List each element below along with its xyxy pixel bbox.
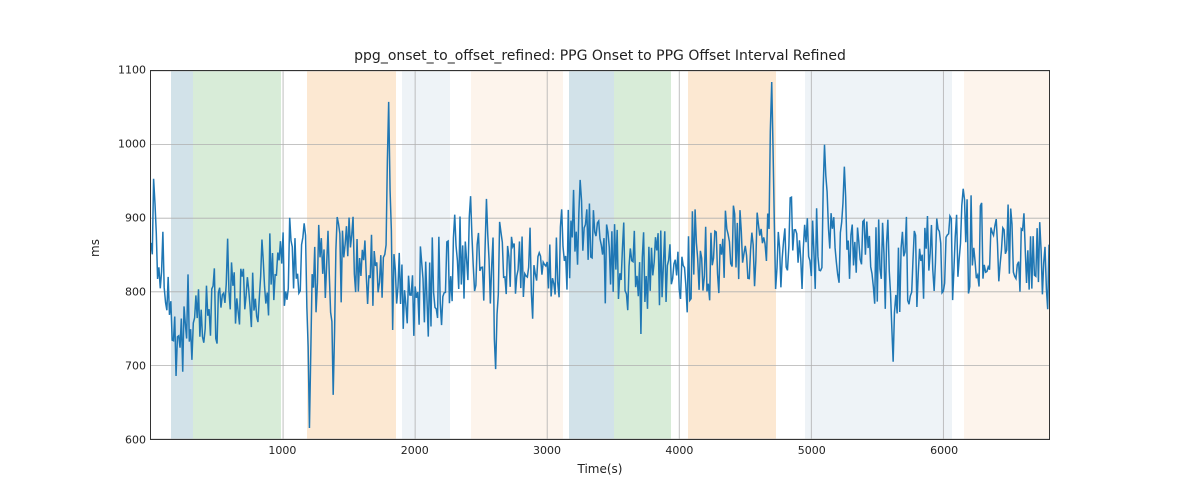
y-tick-label: 1100 xyxy=(106,64,146,77)
y-tick-label: 700 xyxy=(106,360,146,373)
y-tick-label: 800 xyxy=(106,286,146,299)
signal-layer xyxy=(151,71,1049,439)
x-axis-label: Time(s) xyxy=(578,462,623,476)
x-tick-label: 6000 xyxy=(930,444,958,457)
plot-area xyxy=(150,70,1050,440)
x-tick-label: 4000 xyxy=(665,444,693,457)
figure: ppg_onset_to_offset_refined: PPG Onset t… xyxy=(0,0,1200,500)
y-tick-label: 900 xyxy=(106,212,146,225)
x-tick-label: 5000 xyxy=(798,444,826,457)
ppg-signal-line xyxy=(151,82,1049,428)
x-tick-label: 1000 xyxy=(268,444,296,457)
y-tick-label: 1000 xyxy=(106,138,146,151)
y-axis-label: ms xyxy=(88,239,102,257)
x-tick-label: 2000 xyxy=(401,444,429,457)
chart-title: ppg_onset_to_offset_refined: PPG Onset t… xyxy=(0,48,1200,64)
y-tick-label: 600 xyxy=(106,434,146,447)
x-tick-label: 3000 xyxy=(533,444,561,457)
